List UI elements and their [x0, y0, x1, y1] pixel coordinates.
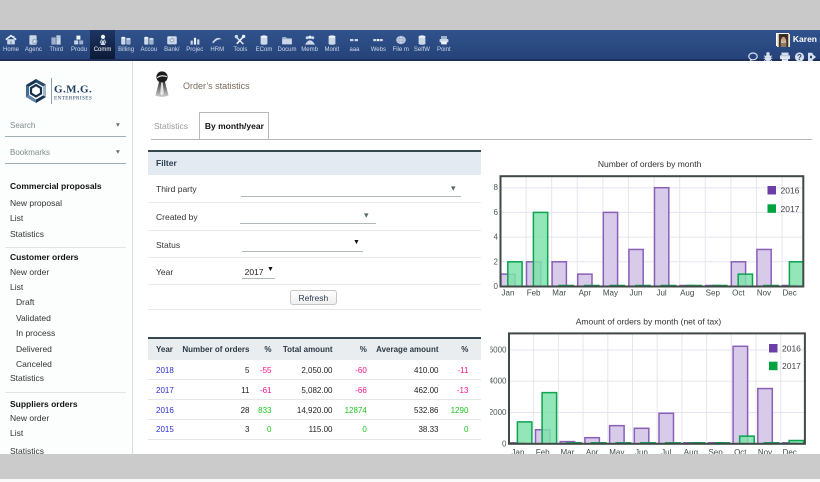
svg-text:6000: 6000: [490, 345, 507, 354]
svg-text:4: 4: [494, 233, 499, 242]
svg-text:ENTERPRISES: ENTERPRISES: [54, 96, 92, 102]
svg-text:6: 6: [494, 208, 499, 217]
svg-text:0: 0: [494, 282, 499, 291]
svg-text:2016: 2016: [782, 344, 801, 354]
svg-text:4000: 4000: [490, 377, 507, 386]
svg-text:Mar: Mar: [552, 289, 566, 298]
svg-text:Jul: Jul: [656, 289, 666, 298]
svg-text:Sep: Sep: [706, 289, 721, 298]
svg-text:0: 0: [502, 439, 507, 448]
svg-text:Nov: Nov: [757, 289, 771, 298]
svg-text:Dec: Dec: [782, 289, 796, 298]
svg-text:2: 2: [494, 257, 499, 266]
svg-text:Amount of orders by month (net: Amount of orders by month (net of tax): [576, 316, 722, 326]
svg-text:2000: 2000: [490, 408, 507, 417]
svg-text:2016: 2016: [781, 186, 800, 196]
svg-text:8: 8: [494, 183, 499, 192]
svg-text:Jun: Jun: [630, 289, 643, 298]
svg-text:G.M.G.: G.M.G.: [54, 84, 92, 96]
svg-text:May: May: [603, 289, 618, 298]
svg-text:2017: 2017: [782, 361, 801, 371]
svg-text:Jan: Jan: [502, 289, 515, 298]
svg-text:Oct: Oct: [732, 289, 745, 298]
svg-text:Feb: Feb: [527, 289, 541, 298]
svg-text:2017: 2017: [781, 204, 800, 214]
svg-text:Apr: Apr: [579, 289, 592, 298]
svg-text:Aug: Aug: [680, 289, 694, 298]
svg-text:Number of orders by month: Number of orders by month: [598, 159, 702, 169]
